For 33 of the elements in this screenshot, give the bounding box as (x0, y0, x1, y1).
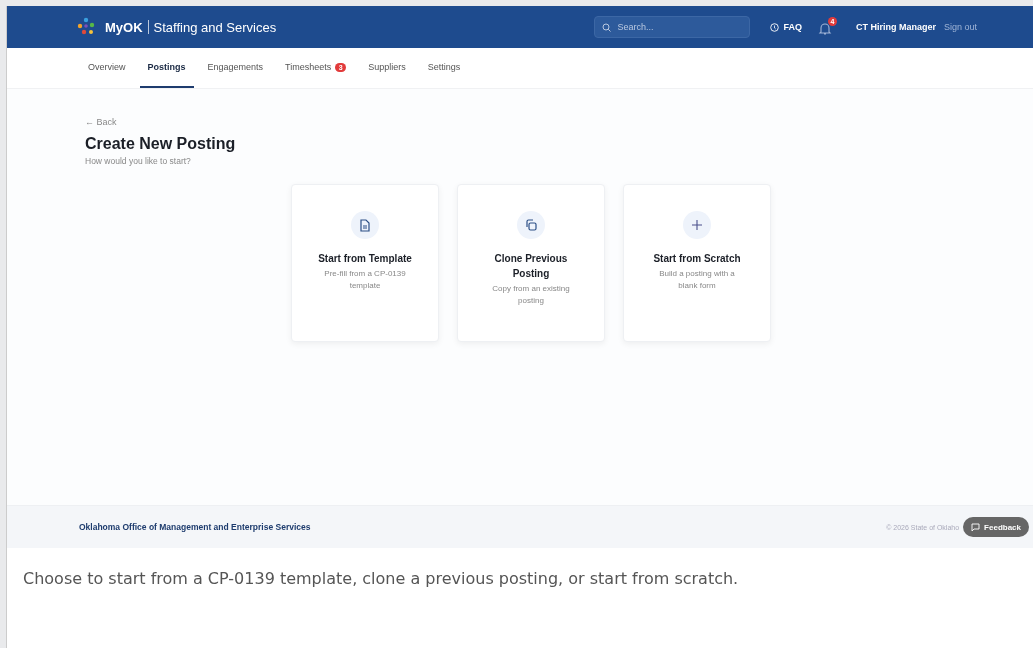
option-title: Start from Template (318, 252, 412, 266)
option-description: Build a posting with a blank form (658, 268, 736, 292)
back-link[interactable]: ← Back (85, 117, 117, 127)
chat-icon (971, 522, 981, 532)
copy-icon (525, 219, 537, 231)
brand-name: MyOK (105, 19, 143, 35)
option-title: Clone Previous Posting (493, 252, 569, 281)
option-description: Pre-fill from a CP-0139 template (323, 268, 407, 292)
nav-tab[interactable]: Settings (419, 48, 469, 88)
faq-link[interactable]: FAQ (770, 22, 802, 32)
option-title: Start from Scratch (653, 252, 741, 266)
nav-tab[interactable]: Postings (139, 48, 194, 88)
user-name: CT Hiring Manager (855, 22, 936, 32)
app-title: Staffing and Services (153, 19, 277, 35)
bell-icon (817, 22, 832, 36)
sign-out-link[interactable]: Sign out (943, 22, 977, 32)
caption-text: Choose to start from a CP-0139 template, clone a previous posting, or start from scratch. (22, 568, 740, 590)
nav-tab[interactable]: Suppliers (360, 48, 414, 88)
search-field[interactable]: Search... (594, 16, 751, 38)
option-card[interactable]: Clone Previous Posting Copy from an existing posting (457, 184, 605, 342)
document-icon (359, 218, 371, 232)
page-heading: Create New Posting (85, 135, 237, 153)
organization-name: Oklahoma Office of Management and Enterprise Services (79, 522, 311, 532)
option-card[interactable]: Start from Scratch Build a posting with a blank form (623, 184, 771, 342)
logo-icon (75, 17, 97, 37)
help-icon (770, 22, 780, 32)
plus-icon (692, 220, 702, 230)
option-description: Copy from an existing posting (491, 283, 571, 307)
option-card[interactable]: Start from Template Pre-fill from a CP-0139 template (291, 184, 439, 342)
feedback-button[interactable]: Feedback (963, 517, 1029, 537)
nav-tab[interactable]: Overview (80, 48, 134, 88)
nav-tab[interactable]: Engagements (199, 48, 272, 88)
page-subheading: How would you like to start? (85, 156, 192, 166)
